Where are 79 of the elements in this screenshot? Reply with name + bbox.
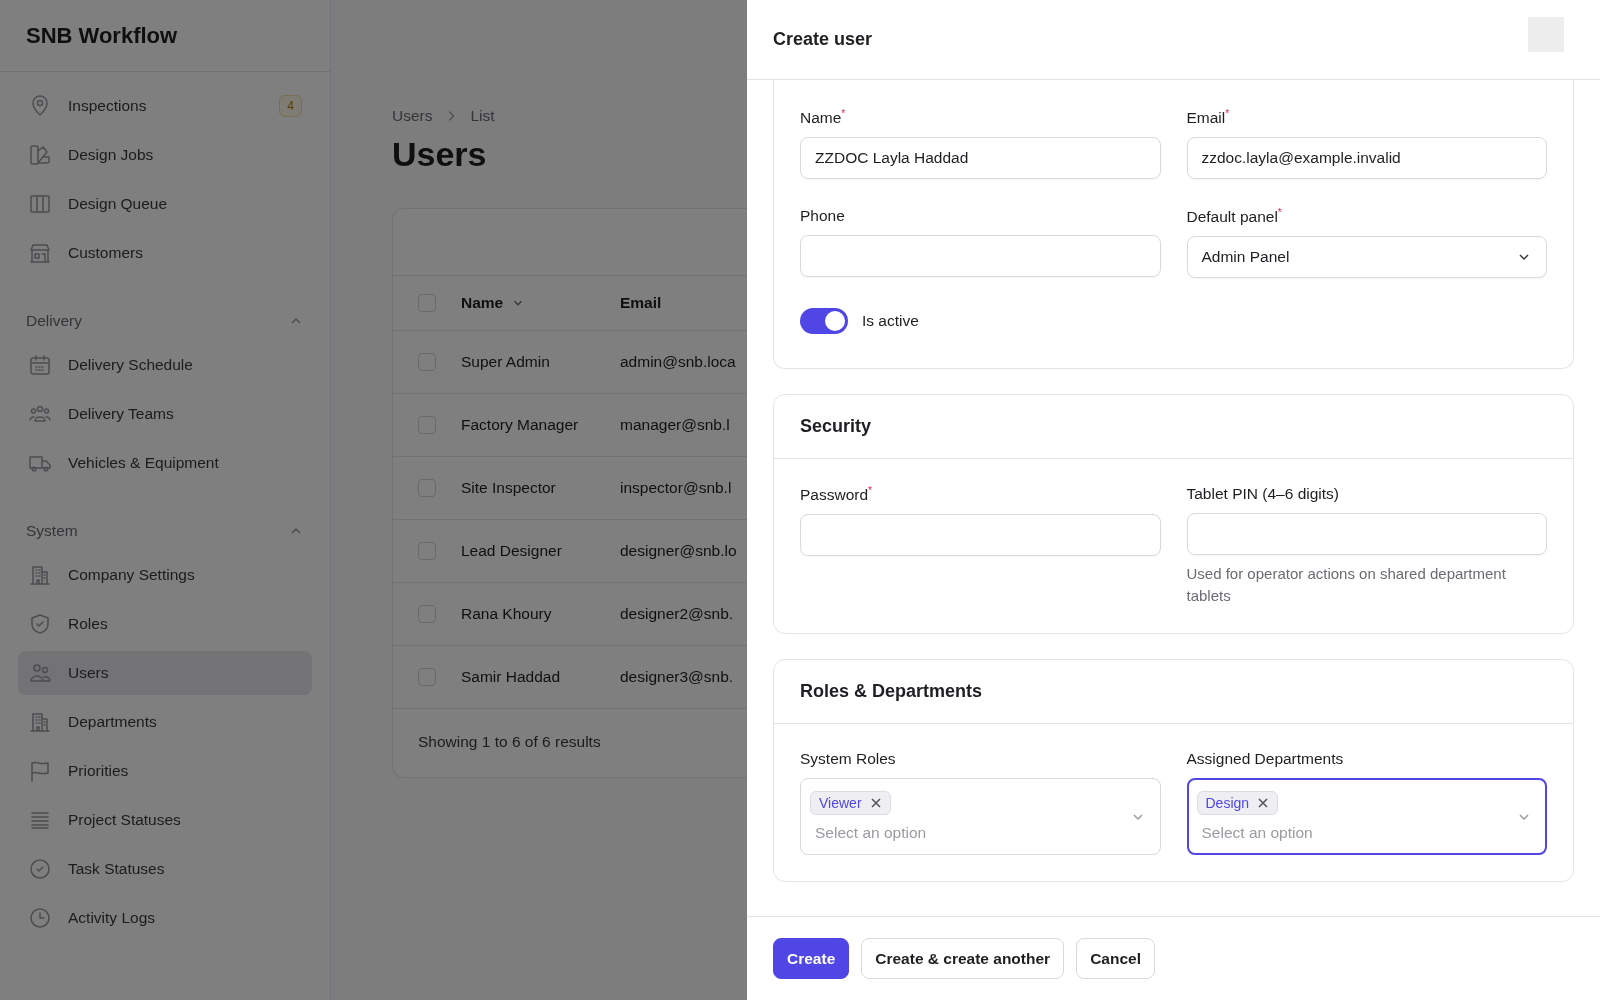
multi-select-field[interactable]: Viewer Select an option [800,778,1161,856]
breadcrumb-link[interactable]: List [470,107,495,125]
table-cell: Lead Designer [461,542,562,560]
table-cell: manager@snb.l [620,416,730,433]
toggle-label: Is active [862,312,919,331]
sidebar-item[interactable]: Departments [18,700,312,744]
field-label: Name$^{*}$ [800,108,847,128]
text-field[interactable] [800,514,1161,557]
table-cell: designer2@snb. [620,605,734,622]
building-icon [28,710,52,734]
sidebar-item[interactable]: Priorities [18,749,312,793]
group-label: Delivery [26,312,82,330]
sidebar-item[interactable]: Inspections 4 [18,84,312,128]
check-circle-icon [28,857,52,881]
clock-icon [28,906,52,930]
sidebar-item[interactable]: Roles [18,602,312,646]
sidebar-item[interactable]: Activity Logs [18,896,312,940]
field-label: Email$^{*}$ [1186,108,1231,128]
swatch-icon [28,143,52,167]
field-label: Password$^{*}$ [800,485,873,505]
results-text: Showing 1 to 6 of 6 results [418,733,601,750]
calendar-icon [28,353,52,377]
users-icon [28,661,52,685]
storefront-icon [28,241,52,265]
placeholder-text: Select an option [1200,824,1314,843]
action-button[interactable]: Create & create another [861,938,1065,979]
action-button[interactable]: Create [773,938,850,979]
table-cell: admin@snb.loca [620,353,736,370]
table-cell: Factory Manager [461,416,579,434]
tag-chip[interactable]: Viewer [810,791,891,816]
column-header[interactable]: Email [620,294,662,311]
sidebar-item[interactable]: Project Statuses [18,798,312,842]
remove-icon[interactable] [1257,797,1270,810]
group-label: System [26,522,78,540]
shield-check-icon [28,612,52,636]
sidebar-item[interactable]: Users [18,651,312,695]
table-cell: Rana Khoury [461,605,552,623]
page-heading: Users [392,135,487,174]
placeholder-text: Select an option [814,824,928,843]
sidebar-item[interactable]: Delivery Teams [18,392,312,436]
text-field[interactable] [800,235,1161,278]
count-badge: 4 [279,95,302,117]
toggle-switch[interactable] [800,308,848,335]
sidebar-item[interactable]: Delivery Schedule [18,343,312,387]
breadcrumb-link[interactable]: Users [392,107,433,125]
table-cell: designer@snb.lo [620,542,737,559]
text-field[interactable]: ZZDOC Layla Haddad [800,137,1161,180]
text-field[interactable]: zzdoc.layla@example.invalid [1186,137,1547,180]
field-label: Assigned Departments [1186,750,1345,769]
remove-icon[interactable] [869,797,882,810]
field-label: Phone [800,207,846,226]
sidebar-item[interactable]: Task Statuses [18,847,312,891]
sidebar-item[interactable]: Design Jobs [18,133,312,177]
columns-icon [28,192,52,216]
field-label: Tablet PIN (4–6 digits) [1186,485,1340,504]
multi-select-field[interactable]: Design Select an option [1186,778,1547,856]
sidebar-item[interactable]: Vehicles & Equipment [18,441,312,485]
sidebar-item[interactable]: Company Settings [18,553,312,597]
column-header[interactable]: Name [461,294,504,312]
sidebar-item[interactable]: Design Queue [18,182,312,226]
field-label: Default panel$^{*}$ [1186,207,1283,227]
table-cell: Samir Haddad [461,668,561,686]
text-field[interactable] [1186,513,1547,556]
app-title: SNB Workflow [0,0,330,72]
tag-chip[interactable]: Design [1196,791,1279,816]
panel-title: Create user [773,29,873,50]
field-label: System Roles [800,750,897,769]
select-field[interactable]: Admin Panel [1186,236,1547,279]
table-cell: inspector@snb.l [620,479,732,496]
table-cell: Site Inspector [461,479,556,497]
flag-icon [28,759,52,783]
section-title: Roles & Departments [800,681,983,702]
table-cell: Super Admin [461,353,550,371]
action-button[interactable]: Cancel [1076,938,1155,979]
helper-text: Used for operator actions on shared department tablets [1186,564,1507,607]
table-cell: designer3@snb. [620,668,734,685]
section-title: Security [800,416,872,437]
building-icon [28,563,52,587]
sidebar-item[interactable]: Customers [18,231,312,275]
